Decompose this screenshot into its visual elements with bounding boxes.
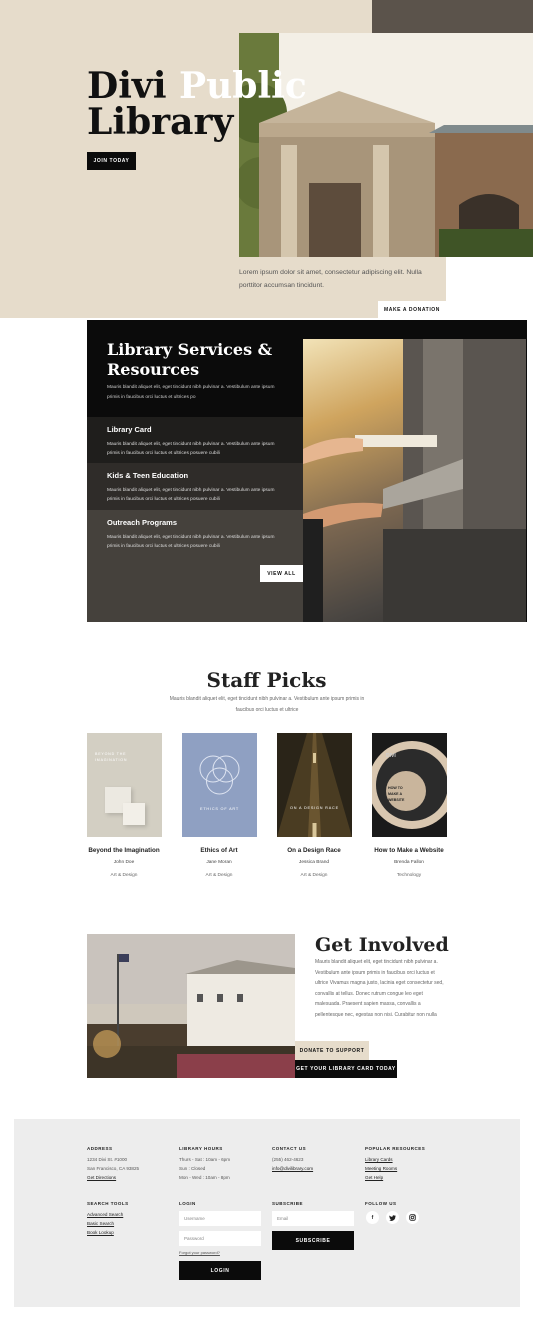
hero-description: Lorem ipsum dolor sit amet, consectetur … — [239, 269, 422, 289]
library-exterior-photo — [87, 934, 295, 1078]
service-item-kids-teen[interactable]: Kids & Teen Education Mauris blandit ali… — [87, 463, 303, 510]
footer-hours-heading: LIBRARY HOURS — [179, 1146, 223, 1151]
twitter-icon[interactable] — [386, 1211, 399, 1224]
instagram-icon[interactable] — [406, 1211, 419, 1224]
book-cover-text: ETHICS OF ART — [199, 807, 240, 811]
footer-contact-heading: CONTACT US — [272, 1146, 307, 1151]
hero-title-line2: Library — [87, 101, 234, 143]
services-title: Library Services & Resources — [107, 340, 273, 379]
service-item-title: Kids & Teen Education — [107, 471, 189, 480]
service-item-text: Mauris blandit aliquet elit, eget tincid… — [107, 535, 275, 549]
footer-address-heading: ADDRESS — [87, 1146, 113, 1151]
book-title[interactable]: How to Make a Website — [349, 847, 469, 854]
donate-to-support-button[interactable]: DONATE TO SUPPORT — [295, 1041, 369, 1060]
book-cover-make-website[interactable]: DIVI HOW TO MAKE A WEBSITE — [372, 733, 447, 837]
get-involved-title: Get Involved — [315, 934, 449, 956]
service-item-library-card[interactable]: Library Card Mauris blandit aliquet elit… — [87, 417, 303, 463]
services-intro: Mauris blandit aliquet elit, eget tincid… — [107, 385, 275, 400]
hero-accent-block — [372, 0, 533, 33]
staff-picks-title: Staff Picks — [206, 668, 327, 692]
facebook-icon[interactable]: f — [366, 1211, 379, 1224]
services-panel-footer — [87, 582, 303, 622]
join-today-button[interactable]: JOIN TODAY — [87, 152, 136, 170]
book-cover-text: BEYOND THE IMAGINATION — [95, 752, 128, 762]
service-item-text: Mauris blandit aliquet elit, eget tincid… — [107, 488, 275, 502]
footer-login-heading: LOGIN — [179, 1201, 196, 1206]
footer-follow-heading: FOLLOW US — [365, 1201, 397, 1206]
get-involved-text: Mauris blandit aliquet elit, eget tincid… — [315, 959, 444, 1018]
book-cover-text: ON A DESIGN RACE — [290, 806, 339, 810]
service-item-text: Mauris blandit aliquet elit, eget tincid… — [107, 442, 275, 456]
get-library-card-button[interactable]: GET YOUR LIBRARY CARD TODAY — [295, 1060, 397, 1078]
book-cover-design-race[interactable]: ON A DESIGN RACE — [277, 733, 352, 837]
subscribe-button[interactable]: SUBSCRIBE — [272, 1231, 354, 1250]
password-input[interactable]: Password — [179, 1231, 261, 1246]
book-genre: Technology — [396, 873, 422, 878]
hero-title-line1: Divi Public — [87, 68, 307, 104]
service-item-title: Outreach Programs — [107, 518, 178, 527]
forgot-password-link[interactable]: Forgot your password? — [179, 1248, 220, 1258]
footer-search-tools-heading: SEARCH TOOLS — [87, 1201, 129, 1206]
staff-picks-intro: Mauris blandit aliquet elit, eget tincid… — [169, 696, 365, 713]
book-author: Brenda Fallon — [394, 860, 424, 865]
book-cover-text: HOW TO MAKE A WEBSITE — [388, 786, 405, 802]
footer-subscribe-heading: SUBSCRIBE — [272, 1201, 304, 1206]
login-button[interactable]: LOGIN — [179, 1261, 261, 1280]
get-directions-link[interactable]: Get Directions — [87, 1173, 116, 1183]
footer-resources-heading: POPULAR RESOURCES — [365, 1146, 426, 1151]
get-help-link[interactable]: Get Help — [365, 1173, 383, 1183]
service-item-title: Library Card — [107, 425, 152, 434]
subscribe-email-input[interactable]: Email — [272, 1211, 354, 1226]
book-cover-beyond-imagination[interactable]: BEYOND THE IMAGINATION — [87, 733, 162, 837]
book-cover-brand: DIVI — [386, 753, 396, 759]
footer-email-link[interactable]: info@divilibrary.com — [272, 1164, 313, 1174]
footer-hours-line3: Mon - Wed : 10am - 8pm — [179, 1175, 230, 1180]
book-cover-ethics-of-art[interactable]: ETHICS OF ART — [182, 733, 257, 837]
username-input[interactable]: Username — [179, 1211, 261, 1226]
view-all-button[interactable]: VIEW ALL — [260, 565, 303, 582]
book-return-photo — [303, 339, 526, 622]
make-donation-button[interactable]: MAKE A DONATION — [378, 301, 446, 318]
book-lookup-link[interactable]: Book Lookup — [87, 1228, 114, 1238]
